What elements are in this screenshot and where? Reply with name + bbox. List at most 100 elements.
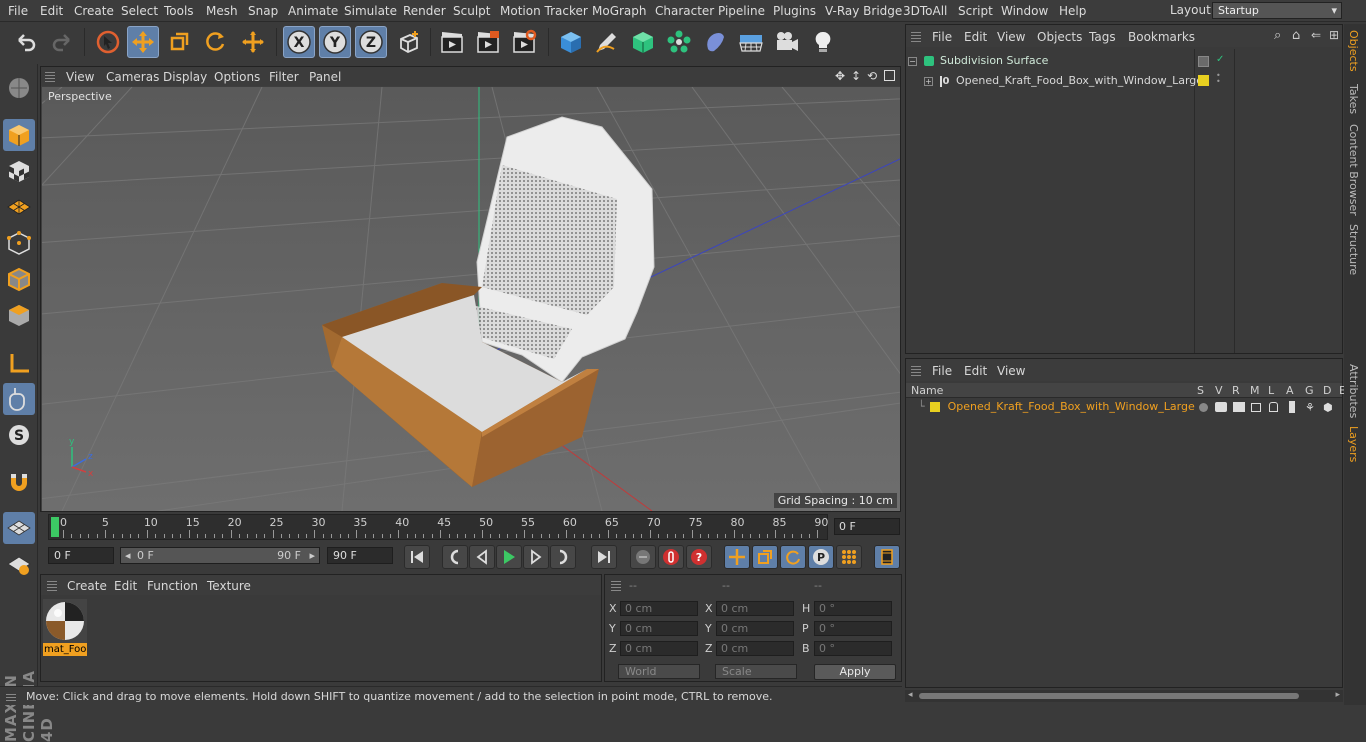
menu-character[interactable]: Character: [655, 4, 714, 18]
go-to-start-icon[interactable]: [404, 545, 430, 569]
layer-horizontal-scrollbar[interactable]: ◂ ▸: [905, 690, 1343, 702]
material-menu-create[interactable]: Create: [67, 579, 107, 593]
object-row-subdivision[interactable]: − Subdivision Surface: [908, 54, 1048, 67]
magnet-icon[interactable]: [3, 466, 35, 498]
menu-vray-bridge[interactable]: V-Ray Bridge: [825, 4, 902, 18]
record-active-objects-icon[interactable]: [630, 545, 656, 569]
new-window-icon[interactable]: ⊞: [1329, 28, 1339, 42]
col-view[interactable]: V: [1215, 384, 1223, 397]
previous-key-icon[interactable]: [442, 545, 468, 569]
material-menu-function[interactable]: Function: [147, 579, 198, 593]
pos-z-field[interactable]: 0 cm: [620, 641, 698, 656]
make-editable-icon[interactable]: [3, 72, 35, 104]
objects-menu-tags[interactable]: Tags: [1089, 30, 1116, 44]
col-deformers[interactable]: D: [1323, 384, 1331, 397]
z-axis-icon[interactable]: Z: [355, 26, 387, 58]
edges-mode-icon[interactable]: [3, 263, 35, 295]
locked-workplane-icon[interactable]: [3, 548, 35, 580]
redo-icon[interactable]: [46, 26, 78, 58]
rot-h-field[interactable]: 0 °: [814, 601, 892, 616]
menu-pipeline[interactable]: Pipeline: [718, 4, 765, 18]
rotate-icon[interactable]: [199, 26, 231, 58]
cube-icon[interactable]: [555, 26, 587, 58]
menu-tools[interactable]: Tools: [164, 4, 194, 18]
pen-icon[interactable]: [591, 26, 623, 58]
size-z-field[interactable]: 0 cm: [716, 641, 794, 656]
coordinate-mode-dropdown[interactable]: World: [618, 664, 700, 679]
menu-help[interactable]: Help: [1059, 4, 1086, 18]
tab-layers[interactable]: Layers: [1347, 426, 1360, 462]
rot-b-field[interactable]: 0 °: [814, 641, 892, 656]
menu-animate[interactable]: Animate: [288, 4, 338, 18]
edit-render-settings-icon[interactable]: [508, 26, 540, 58]
layers-menu-file[interactable]: File: [932, 364, 952, 378]
menu-select[interactable]: Select: [121, 4, 158, 18]
menu-snap[interactable]: Snap: [248, 4, 278, 18]
workplane-mode-icon[interactable]: [3, 191, 35, 223]
menu-sculpt[interactable]: Sculpt: [453, 4, 490, 18]
viewport-rotate-icon[interactable]: ⟲: [867, 69, 877, 83]
apply-button[interactable]: Apply: [814, 664, 896, 680]
col-animation[interactable]: A: [1286, 384, 1294, 397]
model-mode-icon[interactable]: [3, 119, 35, 151]
key-rotation-icon[interactable]: [780, 545, 806, 569]
menu-create[interactable]: Create: [74, 4, 114, 18]
workplane-lock-icon[interactable]: [3, 512, 35, 544]
generator-icon[interactable]: [627, 26, 659, 58]
manager-icon[interactable]: [1251, 403, 1261, 412]
menu-motion-tracker[interactable]: Motion Tracker: [500, 4, 588, 18]
material-menu-texture[interactable]: Texture: [207, 579, 251, 593]
move-icon[interactable]: [127, 26, 159, 58]
tab-takes[interactable]: Takes: [1347, 84, 1360, 114]
current-frame-field[interactable]: 0 F: [834, 518, 900, 535]
polygons-mode-icon[interactable]: [3, 299, 35, 331]
key-parameter-icon[interactable]: P: [808, 545, 834, 569]
viewport-maximize-icon[interactable]: [884, 70, 895, 81]
previous-frame-icon[interactable]: [469, 545, 495, 569]
nav-back-icon[interactable]: ⇐: [1311, 28, 1321, 42]
axis-mode-icon[interactable]: [3, 348, 35, 380]
viewport-canvas[interactable]: y z x Perspective Grid Spacing : 10 cm: [42, 87, 900, 511]
layers-menu-view[interactable]: View: [997, 364, 1025, 378]
lock-icon[interactable]: [1269, 402, 1278, 412]
size-y-field[interactable]: 0 cm: [716, 621, 794, 636]
layout-select[interactable]: Startup: [1212, 2, 1342, 19]
preview-range-slider[interactable]: ◂ 0 F 90 F ▸: [120, 547, 320, 564]
enabled-checkmark-icon[interactable]: ✓: [1216, 54, 1224, 65]
objects-menu-view[interactable]: View: [997, 30, 1025, 44]
panel-grip-icon[interactable]: [911, 30, 921, 42]
texture-mode-icon[interactable]: [3, 155, 35, 187]
viewport-menu-cameras[interactable]: Cameras: [106, 70, 159, 84]
layers-menu-edit[interactable]: Edit: [964, 364, 987, 378]
pos-x-field[interactable]: 0 cm: [620, 601, 698, 616]
x-axis-icon[interactable]: X: [283, 26, 315, 58]
menu-mesh[interactable]: Mesh: [206, 4, 238, 18]
animation-icon[interactable]: [1289, 401, 1295, 413]
tab-attributes[interactable]: Attributes: [1347, 364, 1360, 418]
range-left-arrow-icon[interactable]: ◂: [125, 548, 131, 563]
playhead[interactable]: [51, 517, 59, 537]
viewport-menu-filter[interactable]: Filter: [269, 70, 299, 84]
camera-icon[interactable]: [771, 26, 803, 58]
visibility-dots-icon[interactable]: • •: [1216, 72, 1221, 86]
menu-window[interactable]: Window: [1001, 4, 1048, 18]
expand-icon[interactable]: +: [924, 76, 933, 86]
timeline-ruler[interactable]: 0 5 10 15 20 25 30 35 40 45 50 55 60 65 70 75 80 85 90: [48, 514, 828, 540]
snapping-icon[interactable]: S: [3, 419, 35, 451]
menu-script[interactable]: Script: [958, 4, 993, 18]
viewport-menu-view[interactable]: View: [66, 70, 94, 84]
key-position-icon[interactable]: [724, 545, 750, 569]
col-name[interactable]: Name: [911, 384, 943, 397]
menu-plugins[interactable]: Plugins: [773, 4, 816, 18]
objects-menu-objects[interactable]: Objects: [1037, 30, 1082, 44]
panel-grip-icon[interactable]: [611, 579, 621, 591]
panel-grip-icon[interactable]: [45, 70, 55, 82]
layer-color-swatch[interactable]: [930, 402, 941, 412]
panel-grip-icon[interactable]: [47, 579, 57, 591]
pos-y-field[interactable]: 0 cm: [620, 621, 698, 636]
timeline-window-icon[interactable]: [874, 545, 900, 569]
viewport-pan-icon[interactable]: ✥: [835, 69, 845, 83]
scroll-left-icon[interactable]: ◂: [908, 690, 913, 700]
start-frame-field[interactable]: 0 F: [48, 547, 114, 564]
menu-edit[interactable]: Edit: [40, 4, 63, 18]
